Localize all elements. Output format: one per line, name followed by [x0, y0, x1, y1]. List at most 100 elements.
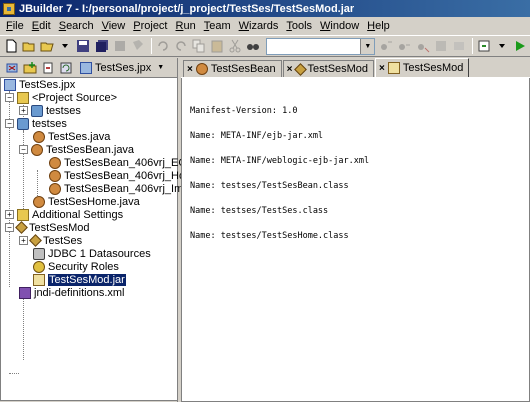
collapse-icon[interactable]: − — [5, 223, 14, 232]
tab-label: TestSesMod — [402, 62, 464, 74]
expand-icon[interactable]: + — [19, 236, 28, 245]
tree-item-bean-home[interactable]: TestSesBean_406vrj_Ho — [49, 169, 185, 182]
tree-item-label: TestSesBean_406vrj_Im — [64, 182, 184, 195]
print-icon[interactable] — [130, 38, 146, 55]
java-file-icon — [195, 63, 208, 75]
tree-item-source-package[interactable]: + testses — [19, 104, 81, 117]
browse-symbol-icon[interactable] — [451, 38, 467, 55]
toolbar-separator — [471, 38, 473, 54]
tree-item-label: TestSes.java — [48, 130, 111, 143]
tab-testsesmod-module[interactable]: × TestSesMod — [282, 60, 375, 77]
save-all-icon[interactable] — [93, 38, 109, 55]
refresh-icon[interactable] — [58, 60, 74, 76]
run-project-icon[interactable] — [512, 38, 528, 55]
editor-pane: × TestSesBean × TestSesMod × TestSesMod … — [181, 58, 530, 402]
tree-item-bean-impl[interactable]: TestSesBean_406vrj_Im — [49, 182, 183, 195]
collapse-icon[interactable]: − — [5, 119, 14, 128]
close-tab-icon[interactable]: × — [287, 64, 293, 75]
menu-wizards[interactable]: Wizards — [235, 20, 283, 32]
tree-item-label: TestSesHome.java — [48, 195, 140, 208]
reopen-dropdown-icon[interactable] — [57, 38, 73, 55]
tree-item-security-roles[interactable]: Security Roles — [33, 260, 119, 273]
search-combo[interactable]: ▼ — [266, 37, 376, 55]
close-file-icon[interactable] — [112, 38, 128, 55]
close-tab-icon[interactable]: × — [187, 64, 193, 75]
tab-testsesbean[interactable]: × TestSesBean — [183, 60, 282, 77]
manifest-line: Name: META-INF/weblogic-ejb-jar.xml — [190, 156, 370, 166]
project-pane: TestSes.jpx ▼ TestSes.jpx − <Project Sou… — [0, 58, 187, 402]
make-project-icon[interactable] — [476, 38, 492, 55]
project-name: TestSes.jpx — [95, 61, 152, 74]
find-icon[interactable] — [245, 38, 261, 55]
expand-icon[interactable]: + — [5, 210, 14, 219]
tab-testsesmod-jar[interactable]: × TestSesMod — [375, 58, 470, 77]
expand-icon[interactable]: + — [19, 106, 28, 115]
manifest-editor[interactable]: Manifest-Version: 1.0 Name: META-INF/ejb… — [181, 78, 530, 402]
tree-item-testsesbean-java[interactable]: − TestSesBean.java — [19, 143, 134, 156]
manifest-line: Name: META-INF/ejb-jar.xml — [190, 131, 324, 141]
tree-item-jdbc[interactable]: JDBC 1 Datasources — [33, 247, 151, 260]
save-icon[interactable] — [75, 38, 91, 55]
menu-tools[interactable]: Tools — [282, 20, 316, 32]
menu-window[interactable]: Window — [316, 20, 363, 32]
tree-item-label: TestSesMod.jar — [48, 273, 126, 286]
jbuilder-app-icon — [3, 2, 15, 15]
tab-label: TestSesMod — [307, 63, 369, 75]
find-in-path-icon[interactable] — [414, 38, 430, 55]
redo-icon[interactable] — [173, 38, 189, 55]
tree-item-bean-eo[interactable]: TestSesBean_406vrj_EO — [49, 156, 187, 169]
tree-item-root[interactable]: TestSes.jpx — [4, 78, 75, 91]
tree-item-testsesmod-jar[interactable]: TestSesMod.jar — [33, 273, 126, 286]
close-tab-icon[interactable]: × — [379, 63, 385, 74]
replace-icon[interactable] — [433, 38, 449, 55]
project-icon — [4, 78, 16, 91]
menu-view[interactable]: View — [98, 20, 130, 32]
project-tree[interactable]: TestSes.jpx − <Project Source> + testses… — [0, 78, 187, 401]
tab-label: TestSesBean — [210, 63, 276, 75]
remove-files-icon[interactable] — [40, 60, 56, 76]
tree-item-testses-package[interactable]: − testses — [5, 117, 67, 130]
tree-item-additional-settings[interactable]: + Additional Settings — [5, 208, 123, 221]
menu-file[interactable]: File — [2, 20, 28, 32]
tree-item-label: JDBC 1 Datasources — [48, 247, 151, 260]
close-project-icon[interactable] — [4, 60, 20, 76]
project-selector[interactable]: TestSes.jpx ▼ — [80, 61, 164, 74]
java-file-icon — [33, 195, 45, 208]
tree-item-label: TestSesBean.java — [46, 143, 135, 156]
chevron-down-icon[interactable]: ▼ — [360, 38, 375, 54]
menu-bar: File Edit Search View Project Run Team W… — [0, 17, 530, 35]
cut-icon[interactable] — [227, 38, 243, 55]
ejb-module-icon — [293, 62, 307, 76]
toolbar-separator — [150, 38, 152, 54]
find-next-icon[interactable] — [378, 38, 394, 55]
menu-project[interactable]: Project — [129, 20, 171, 32]
tree-connector — [23, 298, 24, 360]
collapse-icon[interactable]: − — [19, 145, 28, 154]
menu-run[interactable]: Run — [172, 20, 200, 32]
open-project-icon[interactable] — [21, 38, 37, 55]
undo-icon[interactable] — [155, 38, 171, 55]
tree-item-testseshome-java[interactable]: TestSesHome.java — [33, 195, 140, 208]
tree-item-jndi[interactable]: jndi-definitions.xml — [19, 286, 124, 299]
open-file-icon[interactable] — [39, 38, 55, 55]
menu-help[interactable]: Help — [363, 20, 394, 32]
tree-item-testses-ejb[interactable]: + TestSes — [19, 234, 82, 247]
menu-edit[interactable]: Edit — [28, 20, 55, 32]
new-file-icon[interactable] — [3, 38, 19, 55]
menu-team[interactable]: Team — [200, 20, 235, 32]
find-previous-icon[interactable] — [396, 38, 412, 55]
jar-file-icon — [33, 273, 45, 286]
build-dropdown-icon[interactable] — [494, 38, 510, 55]
datasource-icon — [33, 247, 45, 260]
manifest-line: Name: testses/TestSesBean.class — [190, 181, 349, 191]
menu-search[interactable]: Search — [55, 20, 98, 32]
collapse-icon[interactable]: − — [5, 93, 14, 102]
tree-item-testses-java[interactable]: TestSes.java — [33, 130, 110, 143]
tree-item-testsesmod[interactable]: − TestSesMod — [5, 221, 90, 234]
tree-item-label: jndi-definitions.xml — [34, 286, 125, 299]
copy-icon[interactable] — [191, 38, 207, 55]
tree-item-project-source[interactable]: − <Project Source> — [5, 91, 117, 104]
window-title: JBuilder 7 - I:/personal/project/j_proje… — [19, 2, 355, 15]
paste-icon[interactable] — [209, 38, 225, 55]
add-files-icon[interactable] — [22, 60, 38, 76]
